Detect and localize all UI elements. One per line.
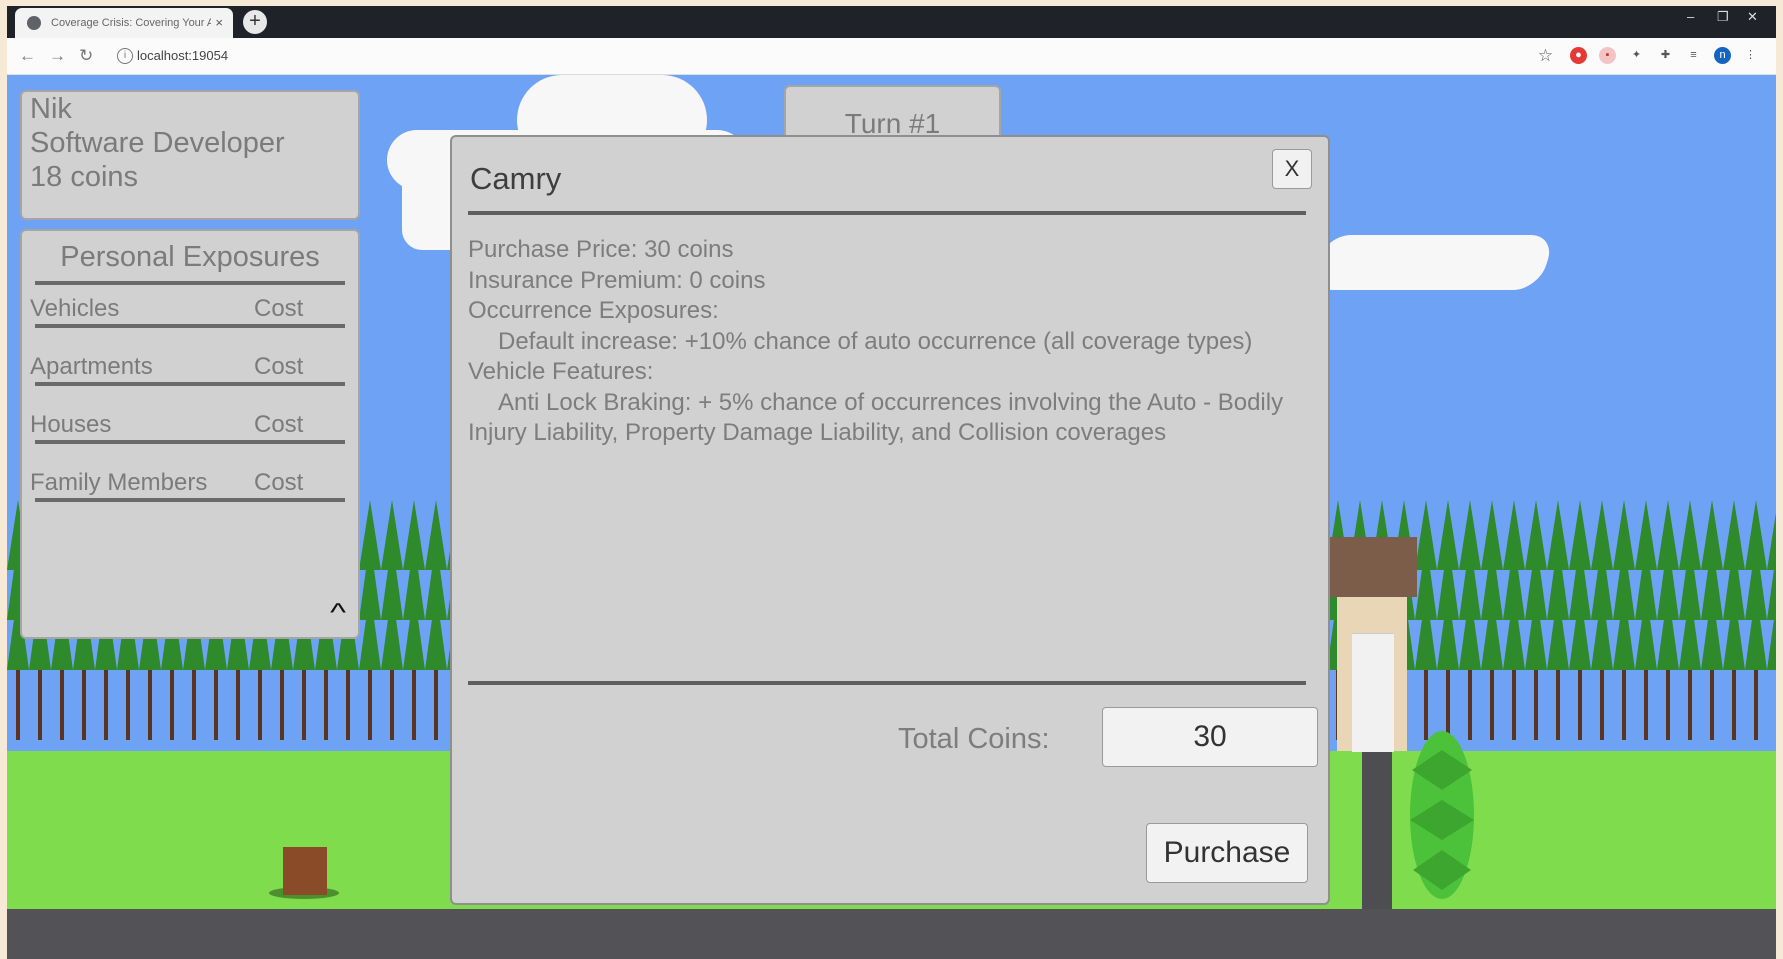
exposure-category-family-members[interactable]: Family Members: [30, 469, 207, 497]
extension-puzzle-icon[interactable]: ✦: [1628, 47, 1645, 64]
divider: [35, 498, 345, 502]
new-tab-button[interactable]: +: [243, 10, 267, 34]
exposure-cost-label: Cost: [254, 353, 304, 380]
insurance-premium: Insurance Premium: 0 coins: [468, 266, 766, 294]
address-bar: ← → ↻ i localhost:19054 ☆ ● ▪ ✦ ✚ ≡ n ⋮: [7, 38, 1776, 75]
bookmark-star-icon[interactable]: ☆: [1537, 47, 1554, 64]
menu-kebab-icon[interactable]: ⋮: [1742, 47, 1759, 64]
adblock-icon[interactable]: ●: [1570, 47, 1587, 64]
default-increase: Default increase: +10% chance of auto oc…: [498, 327, 1253, 355]
player-occupation: Software Developer: [30, 127, 285, 159]
exposure-cost-label: Cost: [254, 469, 304, 496]
item-detail-modal: Camry X Purchase Price: 30 coins Insuran…: [450, 135, 1330, 905]
browser-window: Coverage Crisis: Covering Your A × + ‒ ❐…: [7, 6, 1776, 959]
driveway: [1362, 751, 1392, 909]
house-roof: [1327, 537, 1417, 597]
back-icon[interactable]: ←: [19, 46, 36, 66]
divider: [468, 681, 1306, 685]
divider: [35, 440, 345, 444]
total-coins-label: Total Coins:: [898, 723, 1050, 755]
tab-title: Coverage Crisis: Covering Your A: [51, 17, 211, 29]
item-details: Purchase Price: 30 coins Insurance Premi…: [468, 235, 1298, 449]
tree-stump: [283, 847, 327, 895]
favicon-icon: [27, 16, 41, 30]
anti-lock-braking: Anti Lock Braking: + 5% chance of occurr…: [468, 388, 1284, 447]
url-field[interactable]: localhost:19054: [137, 48, 228, 63]
exposure-category-houses[interactable]: Houses: [30, 411, 111, 439]
player-card: Nik Software Developer 18 coins: [20, 90, 360, 220]
purchase-price: Purchase Price: 30 coins: [468, 236, 734, 263]
garage-door: [1352, 633, 1394, 752]
modal-close-button[interactable]: X: [1272, 149, 1312, 189]
divider: [35, 382, 345, 386]
extension-icon[interactable]: ▪: [1599, 47, 1616, 64]
tab-close-icon[interactable]: ×: [215, 15, 223, 30]
reload-icon[interactable]: ↻: [79, 46, 93, 66]
personal-exposures-panel: Personal Exposures Vehicles Cost Apartme…: [20, 229, 360, 639]
profile-avatar-icon[interactable]: n: [1714, 47, 1731, 64]
restore-icon[interactable]: ❐: [1717, 9, 1729, 25]
exposures-title: Personal Exposures: [60, 241, 320, 273]
vehicle-features-heading: Vehicle Features:: [468, 358, 654, 385]
exposure-category-vehicles[interactable]: Vehicles: [30, 295, 119, 323]
exposure-category-apartments[interactable]: Apartments: [30, 353, 153, 381]
close-window-icon[interactable]: ✕: [1747, 9, 1758, 25]
collapse-chevron-icon[interactable]: ^: [330, 597, 346, 628]
divider: [468, 211, 1306, 215]
occurrence-exposures-heading: Occurrence Exposures:: [468, 297, 719, 324]
player-coins: 18 coins: [30, 161, 139, 193]
road: [7, 909, 1776, 959]
info-icon[interactable]: i: [117, 48, 133, 64]
shrub: [1410, 731, 1474, 899]
purchase-button[interactable]: Purchase: [1146, 823, 1308, 883]
exposure-cost-label: Cost: [254, 411, 304, 438]
forward-icon[interactable]: →: [49, 46, 66, 66]
minimize-icon[interactable]: ‒: [1687, 9, 1694, 24]
modal-title: Camry: [470, 161, 562, 196]
browser-tab[interactable]: Coverage Crisis: Covering Your A ×: [15, 8, 233, 38]
tab-bar: Coverage Crisis: Covering Your A × + ‒ ❐…: [7, 6, 1776, 38]
divider: [35, 281, 345, 285]
divider: [35, 324, 345, 328]
cloud: [1308, 235, 1556, 290]
reading-list-icon[interactable]: ≡: [1685, 47, 1702, 64]
exposure-cost-label: Cost: [254, 295, 304, 322]
extensions-icon[interactable]: ✚: [1657, 47, 1674, 64]
player-name: Nik: [30, 93, 72, 125]
total-coins-field: 30: [1102, 707, 1318, 767]
